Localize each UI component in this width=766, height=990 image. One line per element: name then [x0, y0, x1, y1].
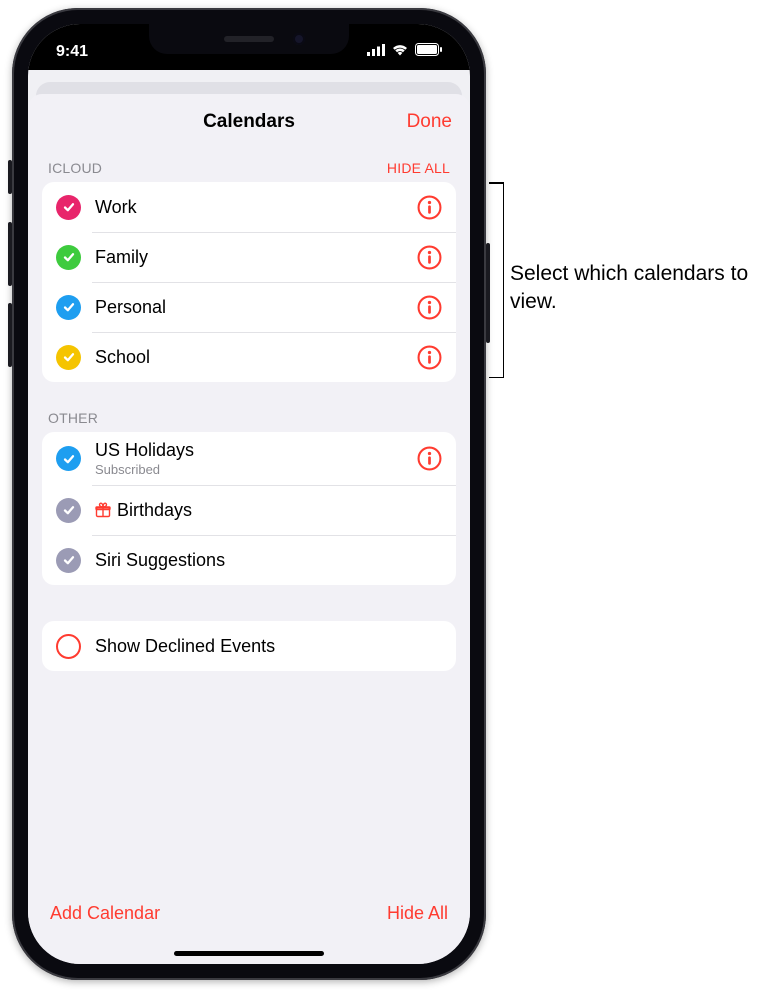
other-label: OTHER: [48, 410, 98, 426]
calendar-name: Family: [95, 247, 417, 268]
calendar-row-family[interactable]: Family: [42, 232, 456, 282]
other-calendar-group: US Holidays Subscribed Birthdays: [42, 432, 456, 585]
cellular-icon: [367, 43, 385, 61]
gift-icon: [95, 502, 111, 518]
calendar-label-block: Birthdays: [95, 500, 442, 521]
screen: 9:41 Calendars Done: [28, 24, 470, 964]
callout-bracket: [490, 182, 504, 378]
checkmark-icon: [56, 245, 81, 270]
checkmark-icon: [56, 345, 81, 370]
declined-events-group: Show Declined Events: [42, 621, 456, 671]
calendar-name: Personal: [95, 297, 417, 318]
checkmark-icon: [56, 195, 81, 220]
checkmark-icon: [56, 295, 81, 320]
speaker: [224, 36, 274, 42]
info-icon[interactable]: [417, 446, 442, 471]
checkmark-icon: [56, 548, 81, 573]
calendar-name: School: [95, 347, 417, 368]
calendar-name: US Holidays: [95, 440, 417, 461]
checkmark-icon: [56, 446, 81, 471]
calendar-row-personal[interactable]: Personal: [42, 282, 456, 332]
checkmark-icon: [56, 498, 81, 523]
sheet-header: Calendars Done: [28, 94, 470, 150]
calendar-name: Birthdays: [117, 500, 192, 521]
unchecked-circle-icon: [56, 634, 81, 659]
silence-switch: [8, 160, 12, 194]
calendar-subtitle: Subscribed: [95, 462, 417, 477]
icloud-hide-all-button[interactable]: HIDE ALL: [387, 160, 450, 176]
battery-icon: [415, 43, 442, 61]
status-time: 9:41: [56, 43, 88, 61]
volume-up-button: [8, 222, 12, 286]
calendars-sheet: Calendars Done ICLOUD HIDE ALL Work: [28, 94, 470, 964]
icloud-section-header: ICLOUD HIDE ALL: [42, 150, 456, 182]
calendar-name: Work: [95, 197, 417, 218]
calendar-row-school[interactable]: School: [42, 332, 456, 382]
notch: [149, 24, 349, 54]
iphone-frame: 9:41 Calendars Done: [12, 8, 486, 980]
sheet-title: Calendars: [203, 111, 295, 133]
info-icon[interactable]: [417, 245, 442, 270]
calendar-row-siri-suggestions[interactable]: Siri Suggestions: [42, 535, 456, 585]
hide-all-button[interactable]: Hide All: [387, 903, 448, 924]
sheet-content: ICLOUD HIDE ALL Work Family: [28, 150, 470, 889]
front-camera: [293, 33, 305, 45]
icloud-label: ICLOUD: [48, 160, 102, 176]
calendar-row-us-holidays[interactable]: US Holidays Subscribed: [42, 432, 456, 485]
calendar-row-birthdays[interactable]: Birthdays: [42, 485, 456, 535]
info-icon[interactable]: [417, 195, 442, 220]
calendar-name: Siri Suggestions: [95, 550, 442, 571]
wifi-icon: [391, 43, 409, 61]
home-indicator[interactable]: [174, 951, 324, 956]
other-section-header: OTHER: [42, 400, 456, 432]
callout-text: Select which calendars to view.: [510, 260, 750, 317]
calendar-row-work[interactable]: Work: [42, 182, 456, 232]
icloud-calendar-group: Work Family Personal: [42, 182, 456, 382]
info-icon[interactable]: [417, 295, 442, 320]
show-declined-events-row[interactable]: Show Declined Events: [42, 621, 456, 671]
info-icon[interactable]: [417, 345, 442, 370]
add-calendar-button[interactable]: Add Calendar: [50, 903, 160, 924]
done-button[interactable]: Done: [407, 111, 452, 133]
volume-down-button: [8, 303, 12, 367]
declined-label: Show Declined Events: [95, 636, 442, 657]
calendar-label-block: US Holidays Subscribed: [95, 440, 417, 477]
